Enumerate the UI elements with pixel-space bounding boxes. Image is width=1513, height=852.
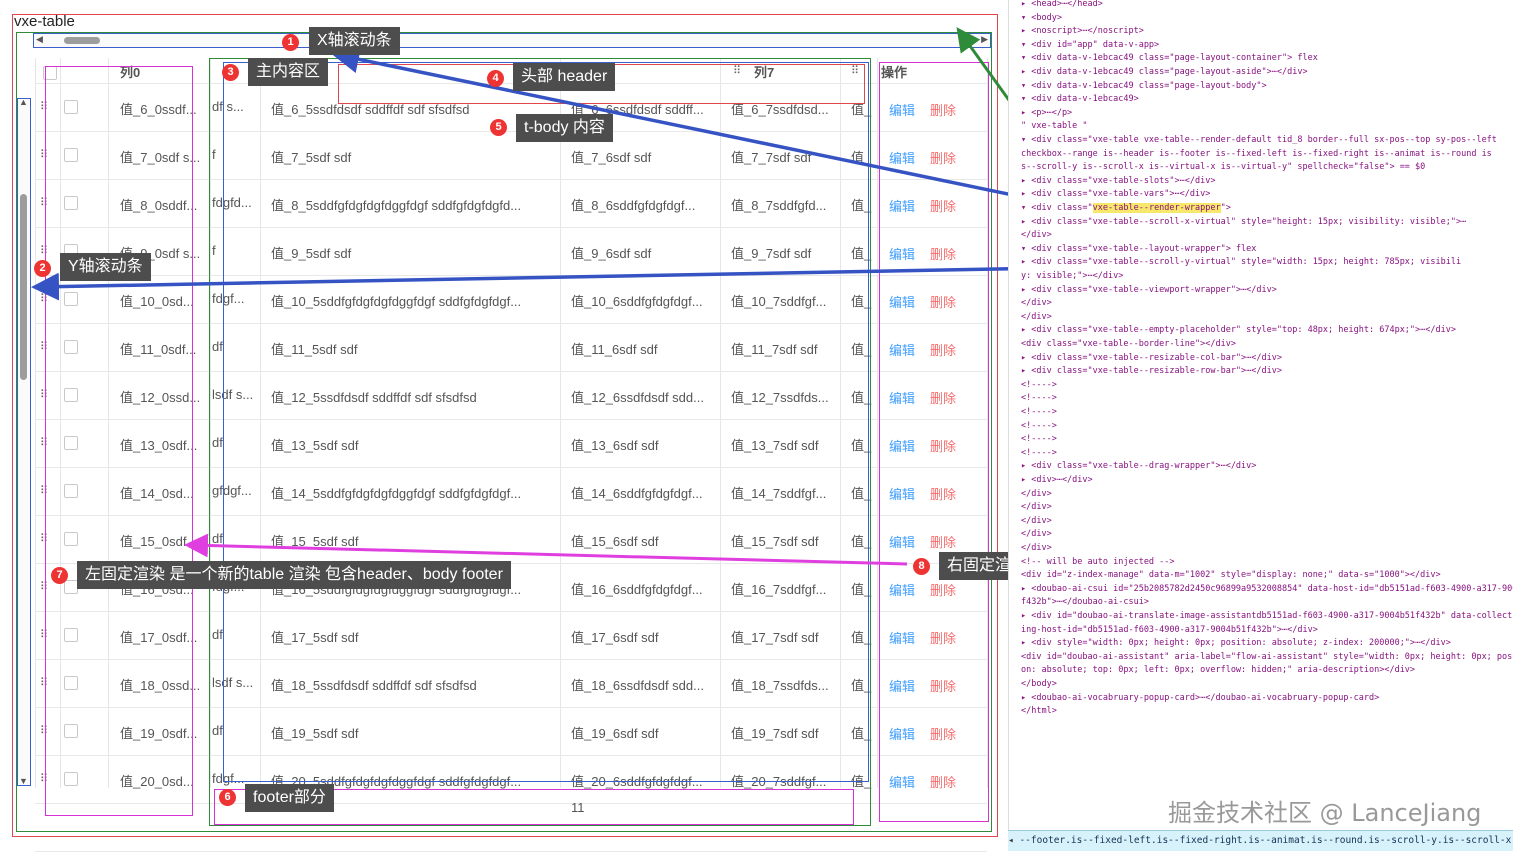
annotation-footer: footer部分 [245, 784, 334, 812]
devtools-line[interactable]: ing-host-id="db5151ad-f603-4900-a317-900… [1021, 624, 1318, 636]
devtools-line[interactable]: ▸ <div class="vxe-table-vars">⋯</div> [1021, 188, 1210, 200]
annotation-x-scroll: X轴滚动条 [309, 27, 400, 55]
devtools-line[interactable]: checkbox--range is--header is--footer is… [1021, 148, 1492, 160]
breadcrumb-left-icon[interactable]: ◂ [1008, 835, 1019, 846]
devtools-line[interactable]: ▸ <div class="vxe-table--scroll-x-virtua… [1021, 216, 1466, 228]
watermark: 掘金技术社区 @ LanceJiang [1168, 799, 1482, 827]
devtools-line[interactable]: ▾ <div data-v-1ebcac49 class="page-layou… [1021, 80, 1267, 92]
devtools-line[interactable]: <!----> [1021, 406, 1057, 418]
y-scrollbar[interactable]: ▲ ▼ [17, 97, 31, 786]
devtools-line[interactable]: </div> [1021, 311, 1052, 323]
devtools-line[interactable]: </div> [1021, 515, 1052, 527]
annotation-main-content: 主内容区 [248, 58, 329, 86]
annotation-badge-5: 5 [490, 119, 507, 136]
devtools-line[interactable]: </div> [1021, 542, 1052, 554]
devtools-line[interactable]: ▸ <div class="vxe-table--drag-wrapper">⋯… [1021, 460, 1256, 472]
devtools-line[interactable]: ▸ <noscript>⋯</noscript> [1021, 25, 1144, 37]
annotation-badge-7: 7 [51, 567, 68, 584]
devtools-line[interactable]: ▸ <div style="width: 0px; height: 0px; p… [1021, 637, 1451, 649]
left-fixed-frame [45, 66, 193, 816]
devtools-line[interactable]: <div id="z-index-manage" data-m="1002" s… [1021, 569, 1441, 581]
annotation-y-scroll: Y轴滚动条 [60, 253, 151, 281]
right-fixed-frame [879, 62, 989, 822]
devtools-line[interactable]: </div> [1021, 229, 1052, 241]
devtools-line[interactable]: on: absolute; top: 0px; left: 0px; overf… [1021, 664, 1415, 676]
devtools-line[interactable]: ▸ <p>⋯</p> [1021, 107, 1072, 119]
devtools-line[interactable]: <!----> [1021, 433, 1057, 445]
devtools-line[interactable]: y: visible;">⋯</div> [1021, 270, 1123, 282]
devtools-line[interactable]: ▸ <div class="vxe-table--viewport-wrappe… [1021, 284, 1277, 296]
devtools-line[interactable]: ▾ <div data-v-1ebcac49 class="page-layou… [1021, 52, 1318, 64]
devtools-line[interactable]: f432b">⋯</doubao-ai-csui> [1021, 596, 1149, 608]
devtools-line[interactable]: ▸ <div class="vxe-table--resizable-row-b… [1021, 365, 1282, 377]
annotation-badge-1: 1 [282, 34, 299, 51]
body-content-frame [223, 62, 869, 782]
devtools-line[interactable]: ▾ <div class="vxe-table vxe-table--rende… [1021, 134, 1497, 146]
devtools-line[interactable]: ▸ <doubao-ai-vocabruary-popup-card>⋯</do… [1021, 692, 1379, 704]
devtools-line[interactable]: ▸ <head>⋯</head> [1021, 0, 1103, 10]
devtools-line[interactable]: <!----> [1021, 447, 1057, 459]
column-divider [877, 58, 878, 788]
devtools-line[interactable]: </div> [1021, 297, 1052, 309]
devtools-line[interactable]: </html> [1021, 705, 1057, 717]
devtools-line[interactable]: </body> [1021, 678, 1057, 690]
scroll-right-icon[interactable]: ▶ [981, 34, 988, 45]
annotation-badge-2: 2 [34, 260, 51, 277]
devtools-line[interactable]: <!-- will be auto injected --> [1021, 556, 1175, 568]
annotation-tbody: t-body 内容 [516, 114, 613, 142]
devtools-line[interactable]: ▾ <div id="app" data-v-app> [1021, 39, 1159, 51]
devtools-line[interactable]: <div id="doubao-ai-assistant" aria-label… [1021, 651, 1513, 663]
devtools-line[interactable]: </div> [1021, 501, 1052, 513]
devtools-elements-panel: ▸ <head>⋯</head> ▾ <body> ▸ <noscript>⋯</… [1008, 0, 1513, 850]
devtools-line[interactable]: ▾ <div class="vxe-table--render-wrapper"… [1021, 202, 1231, 214]
devtools-line[interactable]: <div class="vxe-table--border-line"></di… [1021, 338, 1236, 350]
devtools-line[interactable]: ▸ <div class="vxe-table-slots">⋯</div> [1021, 175, 1215, 187]
breadcrumb-text[interactable]: --footer.is--fixed-left.is--fixed-right.… [1019, 835, 1513, 846]
x-scrollbar-thumb[interactable] [64, 37, 100, 44]
devtools-line[interactable]: ▸ <doubao-ai-csui id="25b2085782d2450c96… [1021, 583, 1513, 595]
devtools-line[interactable]: ▾ <div data-v-1ebcac49> [1021, 93, 1139, 105]
devtools-line[interactable]: </div> [1021, 488, 1052, 500]
devtools-line[interactable]: ▸ <div class="vxe-table--scroll-y-virtua… [1021, 256, 1461, 268]
column-divider [35, 58, 36, 788]
devtools-line[interactable]: s--scroll-y is--scroll-x is--virtual-x i… [1021, 161, 1425, 173]
annotation-left-fixed: 左固定渲染 是一个新的table 渲染 包含header、body footer [77, 561, 511, 589]
devtools-line[interactable]: " vxe-table " [1021, 120, 1088, 132]
devtools-line[interactable]: ▸ <div class="vxe-table--empty-placehold… [1021, 324, 1456, 336]
scroll-up-icon[interactable]: ▲ [19, 97, 28, 107]
devtools-highlight: vxe-table--render-wrapper [1092, 203, 1221, 213]
devtools-line[interactable]: ▾ <body> [1021, 12, 1062, 24]
devtools-line[interactable]: </div> [1021, 528, 1052, 540]
y-scrollbar-thumb[interactable] [20, 194, 27, 380]
devtools-line[interactable]: ▸ <div data-v-1ebcac49 class="page-layou… [1021, 66, 1308, 78]
annotation-header: 头部 header [513, 63, 616, 91]
scroll-left-icon[interactable]: ◀ [36, 34, 43, 45]
devtools-line[interactable]: <!----> [1021, 420, 1057, 432]
annotation-badge-8: 8 [913, 558, 930, 575]
devtools-line[interactable]: ▾ <div class="vxe-table--layout-wrapper"… [1021, 243, 1256, 255]
devtools-line[interactable]: ▸ <div class="vxe-table--resizable-col-b… [1021, 352, 1282, 364]
annotation-badge-3: 3 [222, 64, 239, 81]
devtools-line[interactable]: ▸ <div>⋯</div> [1021, 474, 1093, 486]
annotation-badge-4: 4 [487, 70, 504, 87]
scroll-down-icon[interactable]: ▼ [19, 776, 28, 786]
devtools-line[interactable]: <!----> [1021, 392, 1057, 404]
devtools-line[interactable]: ▸ <div id="doubao-ai-translate-image-ass… [1021, 610, 1513, 622]
annotation-badge-6: 6 [219, 789, 236, 806]
x-scrollbar[interactable]: ◀ ▶ [33, 33, 991, 48]
devtools-breadcrumb[interactable]: ◂ --footer.is--fixed-left.is--fixed-righ… [1008, 830, 1513, 851]
devtools-line[interactable]: <!----> [1021, 379, 1057, 391]
